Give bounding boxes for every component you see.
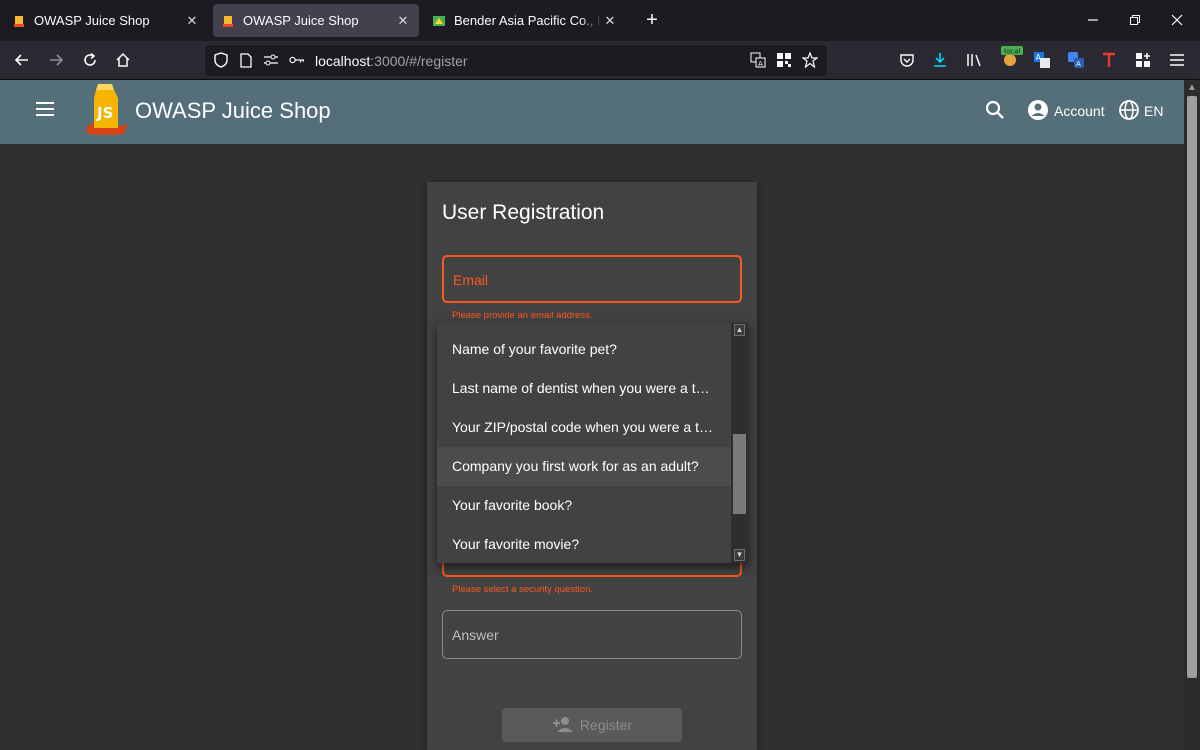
juice-shop-logo[interactable]: JS — [84, 84, 130, 136]
close-tab-icon[interactable]: ✕ — [602, 13, 618, 29]
search-icon[interactable] — [985, 100, 1007, 122]
browser-tab-3[interactable]: Bender Asia Pacific Co., Ltd. - B ✕ — [424, 4, 626, 37]
dropdown-scroll-up-icon[interactable]: ▲ — [734, 324, 745, 336]
dropdown-scrollbar-thumb[interactable] — [733, 434, 746, 514]
qr-code-icon[interactable] — [776, 52, 792, 68]
scrollbar-thumb[interactable] — [1187, 96, 1197, 678]
sidenav-menu-icon[interactable] — [36, 102, 54, 116]
restore-icon[interactable] — [1125, 10, 1145, 30]
dropdown-option[interactable]: Name of your favorite pet? — [437, 330, 731, 369]
svg-text:JS: JS — [96, 104, 113, 122]
language-label: EN — [1144, 103, 1164, 119]
email-error: Please provide an email address. — [452, 310, 593, 321]
answer-label: Answer — [452, 627, 499, 643]
account-label: Account — [1054, 103, 1105, 119]
language-button[interactable]: EN — [1118, 99, 1163, 123]
email-label: Email — [453, 272, 489, 288]
new-tab-button[interactable]: + — [640, 10, 664, 32]
page-title: User Registration — [442, 201, 605, 224]
dropdown-option[interactable]: Your favorite book? — [437, 486, 731, 525]
svg-text:A: A — [1076, 60, 1081, 68]
account-circle-icon — [1027, 99, 1049, 124]
svg-text:A: A — [758, 60, 763, 68]
app-title[interactable]: OWASP Juice Shop — [135, 98, 331, 124]
browser-tab-strip: OWASP Juice Shop ✕ OWASP Juice Shop ✕ Be… — [0, 0, 1200, 41]
tab-title: Bender Asia Pacific Co., Ltd. - B — [454, 13, 602, 28]
key-icon[interactable] — [289, 52, 305, 68]
download-icon[interactable] — [930, 50, 950, 70]
close-tab-icon[interactable]: ✕ — [184, 13, 200, 29]
extensions-icon[interactable] — [1133, 50, 1153, 70]
juice-shop-favicon-icon — [221, 14, 235, 28]
home-icon[interactable] — [112, 49, 134, 71]
app-toolbar: JS OWASP Juice Shop Account EN — [0, 80, 1184, 144]
juice-shop-favicon-icon — [12, 14, 26, 28]
permissions-icon[interactable] — [263, 52, 279, 68]
minimize-icon[interactable] — [1083, 10, 1103, 30]
page-icon[interactable] — [238, 52, 254, 68]
url-host: localhost — [315, 53, 371, 69]
forward-icon[interactable] — [45, 49, 67, 71]
url-bar[interactable]: localhost:3000/#/register A — [205, 45, 827, 76]
dropdown-scrollbar[interactable]: ▲ ▼ — [731, 323, 748, 563]
menu-icon[interactable] — [1167, 50, 1187, 70]
t-extension-icon[interactable] — [1099, 50, 1119, 70]
register-button[interactable]: Register — [502, 708, 682, 742]
email-field[interactable]: Email — [442, 255, 742, 303]
answer-field[interactable]: Answer — [442, 610, 742, 659]
shield-icon[interactable] — [213, 52, 229, 68]
pocket-icon[interactable] — [897, 50, 917, 70]
page-scrollbar[interactable]: ▲ — [1184, 80, 1200, 750]
url-path: :3000/#/register — [370, 53, 468, 69]
library-icon[interactable] — [964, 50, 984, 70]
translate-icon[interactable]: A — [750, 52, 766, 68]
bookmark-star-icon[interactable] — [802, 52, 818, 68]
dropdown-option-highlighted[interactable]: Company you first work for as an adult? — [437, 447, 731, 486]
scroll-up-icon[interactable]: ▲ — [1187, 82, 1197, 93]
security-question-dropdown: Name of your favorite pet? Last name of … — [437, 323, 748, 563]
dropdown-option[interactable]: Last name of dentist when you were a tee… — [437, 369, 731, 408]
svg-text:A: A — [1036, 53, 1042, 62]
reload-icon[interactable] — [79, 49, 101, 71]
translate-extension-icon[interactable]: A — [1066, 50, 1086, 70]
close-window-icon[interactable] — [1167, 10, 1187, 30]
local-badge: local — [1004, 48, 1020, 56]
close-tab-icon[interactable]: ✕ — [395, 13, 411, 29]
dropdown-option[interactable]: Your favorite movie? — [437, 525, 731, 563]
person-add-icon — [552, 716, 574, 735]
globe-icon — [1118, 99, 1140, 124]
tab-title: OWASP Juice Shop — [243, 13, 359, 28]
register-label: Register — [579, 717, 633, 733]
translator-extension-icon[interactable]: A — [1032, 50, 1052, 70]
local-extension-icon[interactable]: local — [998, 46, 1024, 67]
dropdown-option[interactable]: Your ZIP/postal code when you were a tee… — [437, 408, 731, 447]
browser-tab-1[interactable]: OWASP Juice Shop ✕ — [4, 4, 208, 37]
security-question-error: Please select a security question. — [452, 584, 593, 595]
back-icon[interactable] — [11, 49, 33, 71]
bender-favicon-icon — [432, 14, 446, 28]
dropdown-scroll-down-icon[interactable]: ▼ — [734, 549, 745, 561]
url-text[interactable]: localhost:3000/#/register — [315, 53, 468, 69]
browser-tab-2[interactable]: OWASP Juice Shop ✕ — [213, 4, 419, 37]
browser-nav-bar: localhost:3000/#/register A local A A — [0, 41, 1200, 80]
account-button[interactable]: Account — [1027, 99, 1105, 123]
tab-title: OWASP Juice Shop — [34, 13, 150, 28]
